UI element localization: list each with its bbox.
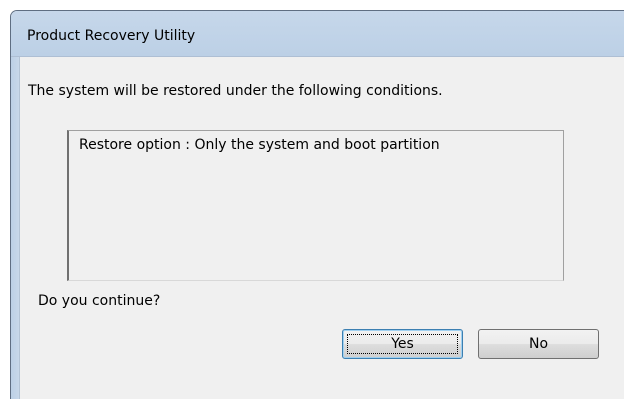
title-bar[interactable]: Product Recovery Utility — [11, 11, 624, 57]
window-title: Product Recovery Utility — [27, 28, 196, 44]
continue-question: Do you continue? — [38, 293, 161, 309]
conditions-box: Restore option : Only the system and boo… — [67, 130, 564, 281]
window-frame-left — [11, 57, 19, 399]
restore-message: The system will be restored under the fo… — [28, 83, 443, 99]
restore-option-text: Restore option : Only the system and boo… — [79, 137, 440, 153]
yes-button[interactable]: Yes — [342, 329, 463, 359]
no-button-label: No — [528, 336, 549, 352]
no-button[interactable]: No — [478, 329, 599, 359]
yes-button-label: Yes — [391, 336, 414, 352]
